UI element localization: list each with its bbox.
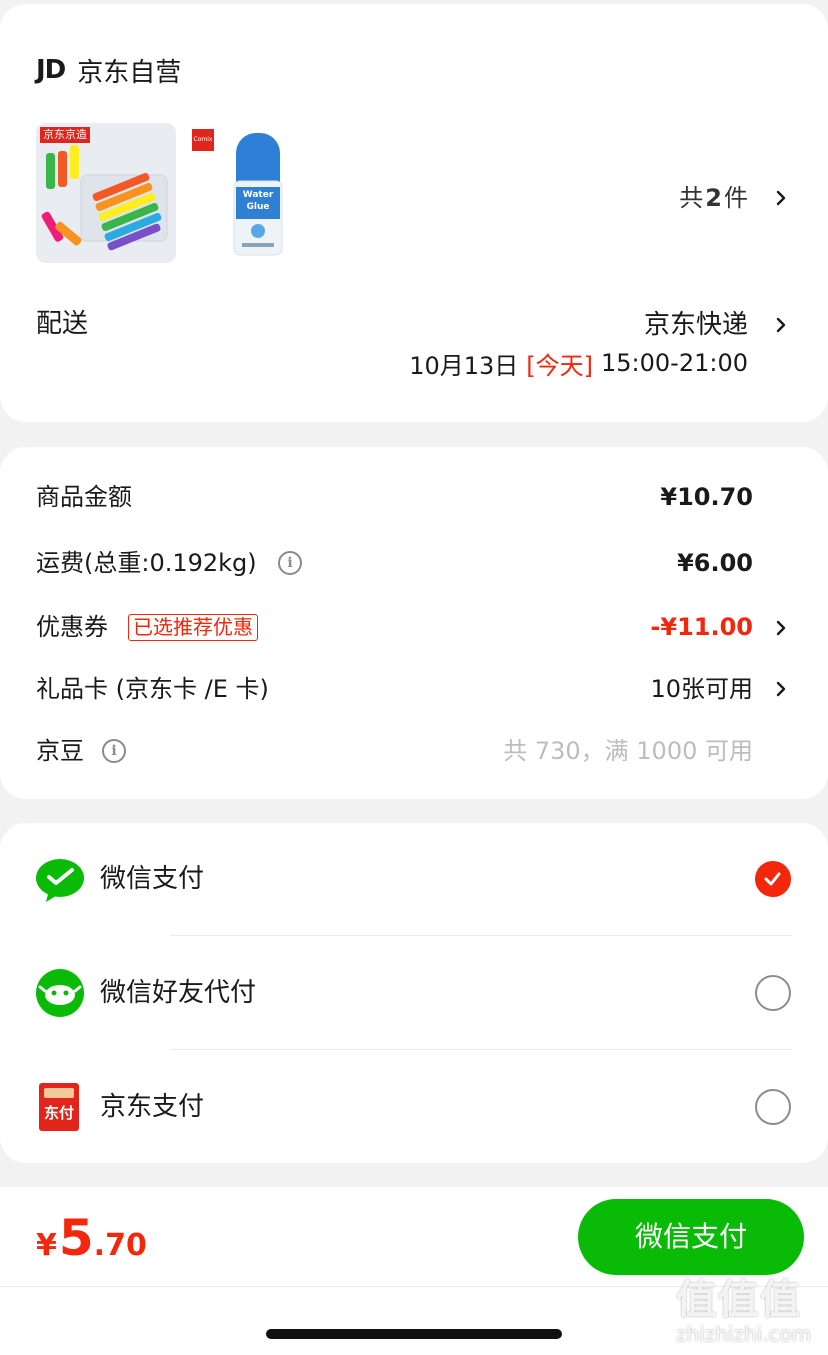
delivery-method[interactable]: 京东快递 [644,309,748,341]
total-price: ¥ 5 .70 [36,1209,147,1269]
radio-unselected-icon[interactable] [755,975,791,1011]
payment-methods-card: 微信支付 微信好友代付 东付 京东支付 [0,823,828,1163]
product-count-suffix: 件 [724,184,748,212]
payment-label: 微信好友代付 [100,978,257,1008]
payment-label: 京东支付 [100,1092,205,1122]
payment-option-wechat-friend[interactable]: 微信好友代付 [0,936,828,1049]
chevron-right-icon[interactable] [768,185,794,211]
chevron-right-icon[interactable] [768,676,794,702]
currency-symbol: ¥ [36,1228,57,1263]
info-icon[interactable]: i [102,739,126,763]
jingdou-label: 京豆 [36,737,84,765]
batteries-image [41,145,168,251]
giftcard-value[interactable]: 10张可用 [650,674,753,704]
shop-header: JD 京东自营 [36,52,181,88]
delivery-label: 配送 [36,309,89,339]
delivery-window: 15:00-21:00 [601,349,748,377]
watermark-glyphs: 值值值 [676,1277,802,1323]
shop-name: 京东自营 [77,57,182,88]
goods-amount-value: ¥10.70 [660,483,753,511]
goods-amount-label: 商品金额 [36,483,132,511]
watermark: 值值值 zhizhizhi.com [676,1278,826,1348]
product-thumbnail-glue[interactable]: Comix Water Glue [186,123,326,263]
payment-label: 微信支付 [100,864,205,894]
glue-label-line2: Glue [246,202,270,212]
payment-option-jdpay[interactable]: 东付 京东支付 [0,1050,828,1163]
chevron-right-icon[interactable] [768,615,794,641]
product-count[interactable]: 共 2 件 [679,178,748,212]
radio-selected-icon[interactable] [755,861,791,897]
wechat-friend-pay-icon [36,969,84,1017]
info-icon[interactable]: i [278,551,302,575]
jdpay-icon: 东付 [39,1083,79,1131]
watermark-domain: zhizhizhi.com [676,1322,812,1346]
payment-option-wechat[interactable]: 微信支付 [0,823,828,935]
shipping-fee-value: ¥6.00 [677,549,753,577]
wechat-pay-icon [36,859,84,902]
jdpay-icon-stripe [44,1088,74,1098]
coupon-label: 优惠券 [36,613,108,641]
wechat-pay-submit-button[interactable]: 微信支付 [578,1199,804,1275]
shipping-fee-label: 运费(总重:0.192kg) [36,549,257,577]
home-indicator [266,1329,562,1339]
jingdou-value: 共 730，满 1000 可用 [503,737,753,765]
jd-logo: JD [36,55,66,85]
product-thumbnail-batteries[interactable]: 京东京造 [36,123,176,263]
giftcard-label: 礼品卡 (京东卡 /E 卡) [36,675,269,703]
radio-unselected-icon[interactable] [755,1089,791,1125]
product-count-prefix: 共 [679,184,704,212]
order-card: JD 京东自营 京东京造 Comix Water Glue 共 2 件 配送 京… [0,4,828,422]
glue-label-line1: Water [242,190,274,200]
coupon-recommended-badge: 已选推荐优惠 [128,614,258,641]
price-integer: 5 [58,1209,94,1267]
price-decimal: .70 [93,1228,147,1263]
delivery-today-tag: [今天] [526,351,593,380]
price-summary-card: 商品金额 ¥10.70 运费(总重:0.192kg) i ¥6.00 优惠券 已… [0,447,828,799]
jdpay-icon-text: 东付 [43,1104,74,1122]
product-count-value: 2 [705,184,722,212]
delivery-time: 10月13日 [今天] 15:00-21:00 [409,346,748,380]
delivery-date: 10月13日 [409,351,519,380]
chevron-right-icon[interactable] [768,312,794,338]
coupon-value[interactable]: -¥11.00 [650,612,753,642]
